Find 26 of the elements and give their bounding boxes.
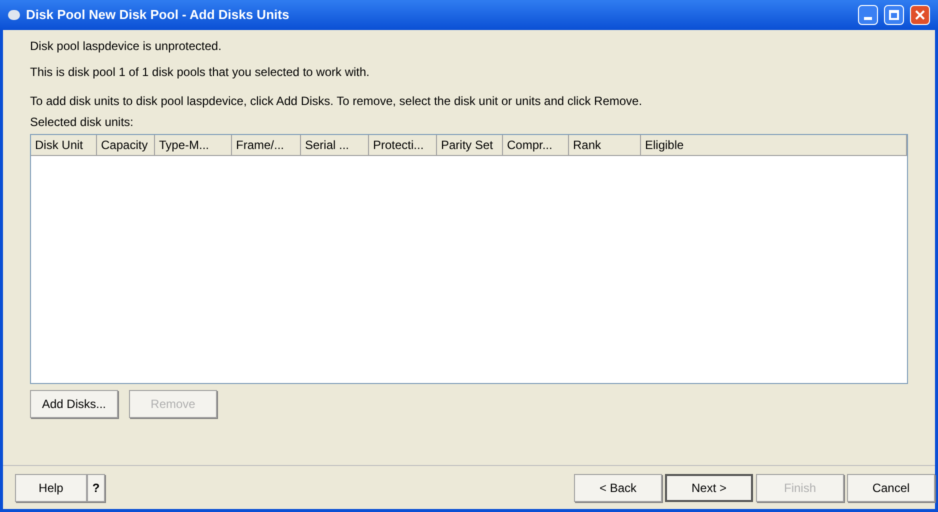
column-header[interactable]: Rank <box>569 135 641 155</box>
table-button[interactable]: Add Disks... <box>30 390 118 418</box>
info-text: Disk pool laspdevice is unprotected. <box>30 38 222 55</box>
help-icon-button[interactable]: ? <box>87 474 105 502</box>
column-header[interactable]: Capacity <box>97 135 155 155</box>
info-text: This is disk pool 1 of 1 disk pools that you selected to work with. <box>30 64 370 81</box>
column-header[interactable]: Disk Unit <box>31 135 97 155</box>
app-icon <box>8 10 20 20</box>
instruction-text: To add disk units to disk pool laspdevice, click Add Disks. To remove, select the disk unit or units and click Remove. <box>30 93 644 110</box>
table-label: Selected disk units: <box>30 114 134 131</box>
column-header[interactable]: Protecti... <box>369 135 437 155</box>
column-header[interactable]: Parity Set <box>437 135 503 155</box>
help-button[interactable]: Help <box>15 474 87 502</box>
wizard-button[interactable]: Next > <box>665 474 753 502</box>
close-icon <box>914 9 926 21</box>
maximize-button[interactable] <box>884 5 904 25</box>
column-header[interactable]: Serial ... <box>301 135 369 155</box>
wizard-button[interactable]: Cancel <box>847 474 935 502</box>
wizard-button[interactable]: < Back <box>574 474 662 502</box>
column-header[interactable]: Type-M... <box>155 135 232 155</box>
window-title: Disk Pool New Disk Pool - Add Disks Units <box>26 6 290 24</box>
minimize-button[interactable] <box>858 5 878 25</box>
column-header[interactable]: Eligible <box>641 135 907 155</box>
close-button[interactable] <box>910 5 930 25</box>
column-header[interactable]: Frame/... <box>232 135 301 155</box>
column-header[interactable]: Compr... <box>503 135 569 155</box>
